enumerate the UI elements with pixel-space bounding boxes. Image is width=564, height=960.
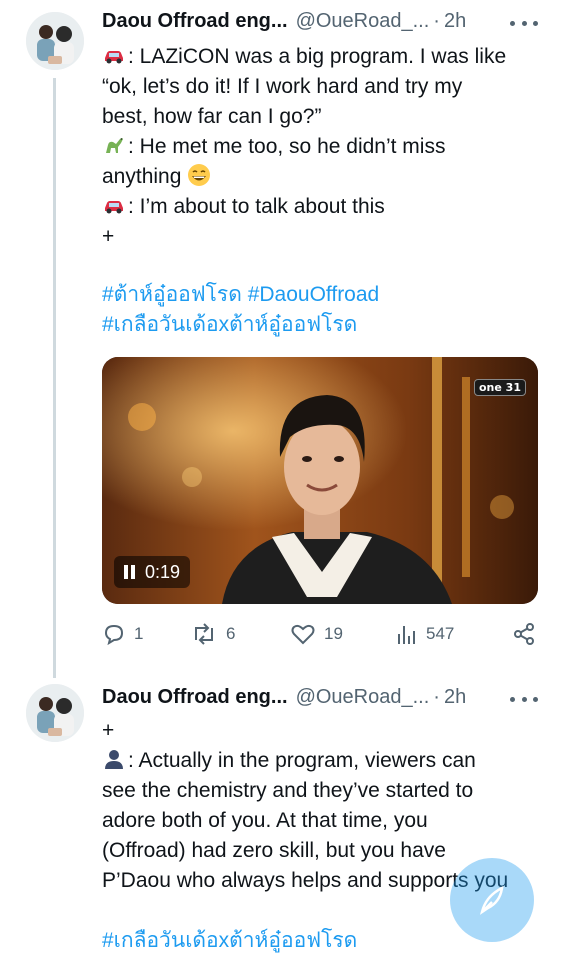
views-button[interactable]: 547	[396, 622, 454, 646]
more-options-icon[interactable]	[510, 18, 538, 28]
line-text: : LAZiCON was a big program. I was like	[128, 45, 507, 68]
line-text: : I’m about to talk about this	[128, 195, 385, 218]
hashtag-block: #ต้าห์อู๋ออฟโรด #DaouOffroad #เกลือวันเด…	[102, 280, 542, 340]
view-count: 547	[426, 624, 455, 643]
hashtag-link[interactable]: #ต้าห์อู๋ออฟโรด #DaouOffroad	[102, 280, 542, 310]
tweet-header: Daou Offroad eng... @OueRoad_... · 2h	[102, 686, 466, 709]
video-duration-badge[interactable]: 0:19	[114, 556, 191, 588]
text-line: anything	[102, 162, 542, 192]
views-chart-icon	[398, 626, 415, 644]
text-line: : He met me too, so he didn’t miss	[102, 132, 542, 162]
like-button[interactable]: 19	[290, 622, 343, 646]
repost-count: 6	[226, 624, 236, 643]
person-silhouette-emoji	[105, 750, 123, 769]
feather-plus-icon	[480, 885, 504, 915]
timestamp[interactable]: 2h	[444, 10, 466, 33]
pause-icon[interactable]	[124, 565, 135, 579]
author-name[interactable]: Daou Offroad eng...	[102, 10, 288, 33]
author-handle[interactable]: @OueRoad_...	[296, 686, 430, 709]
line-text: : Actually in the program, viewers can	[128, 749, 476, 772]
car-emoji	[105, 51, 123, 64]
share-button[interactable]	[512, 622, 536, 646]
avatar-image	[26, 684, 84, 742]
reply-button[interactable]: 1	[102, 622, 143, 646]
text-line: : LAZiCON was a big program. I was like	[102, 42, 542, 72]
heart-icon	[291, 624, 315, 645]
share-icon	[514, 623, 534, 645]
author-handle[interactable]: @OueRoad_...	[296, 10, 430, 33]
compose-tweet-button[interactable]	[450, 858, 534, 942]
author-name[interactable]: Daou Offroad eng...	[102, 686, 288, 709]
text-line: +	[102, 225, 115, 248]
tweet-text: : LAZiCON was a big program. I was like …	[102, 42, 542, 252]
hashtag-link[interactable]: #เกลือวันเด้อxต้าห์อู๋ออฟโรด	[102, 310, 542, 340]
avatar[interactable]	[26, 12, 84, 70]
avatar[interactable]	[26, 684, 84, 742]
grinning-emoji	[188, 164, 211, 186]
repost-button[interactable]: 6	[190, 622, 235, 646]
reply-icon	[104, 624, 124, 646]
tweet-actions: 1 6 19 547	[102, 622, 542, 650]
text-line: adore both of you. At that time, you	[102, 809, 428, 832]
like-count: 19	[324, 624, 343, 643]
timestamp[interactable]: 2h	[444, 686, 466, 709]
thread-connector-line	[53, 78, 56, 678]
video-duration: 0:19	[145, 561, 181, 582]
text-line: : Actually in the program, viewers can	[102, 746, 542, 776]
avatar-image	[26, 12, 84, 70]
text-line: “ok, let’s do it! If I work hard and try…	[102, 75, 463, 98]
text-line: +	[102, 719, 115, 742]
text-line: best, how far can I go?”	[102, 105, 322, 128]
tweet-header: Daou Offroad eng... @OueRoad_... · 2h	[102, 10, 466, 33]
repost-icon	[195, 623, 213, 645]
line-text: anything	[102, 165, 182, 188]
channel-logo: one 31	[474, 379, 526, 396]
video-player[interactable]: one 31 0:19	[102, 357, 538, 604]
line-text: : He met me too, so he didn’t miss	[128, 135, 446, 158]
more-options-icon[interactable]	[510, 694, 538, 704]
separator-dot: ·	[433, 686, 440, 708]
text-line: : I’m about to talk about this	[102, 192, 542, 222]
car-emoji	[105, 201, 123, 214]
reply-count: 1	[134, 624, 144, 643]
dinosaur-emoji	[106, 138, 123, 153]
text-line: see the chemistry and they’ve started to	[102, 779, 474, 802]
separator-dot: ·	[433, 10, 440, 32]
